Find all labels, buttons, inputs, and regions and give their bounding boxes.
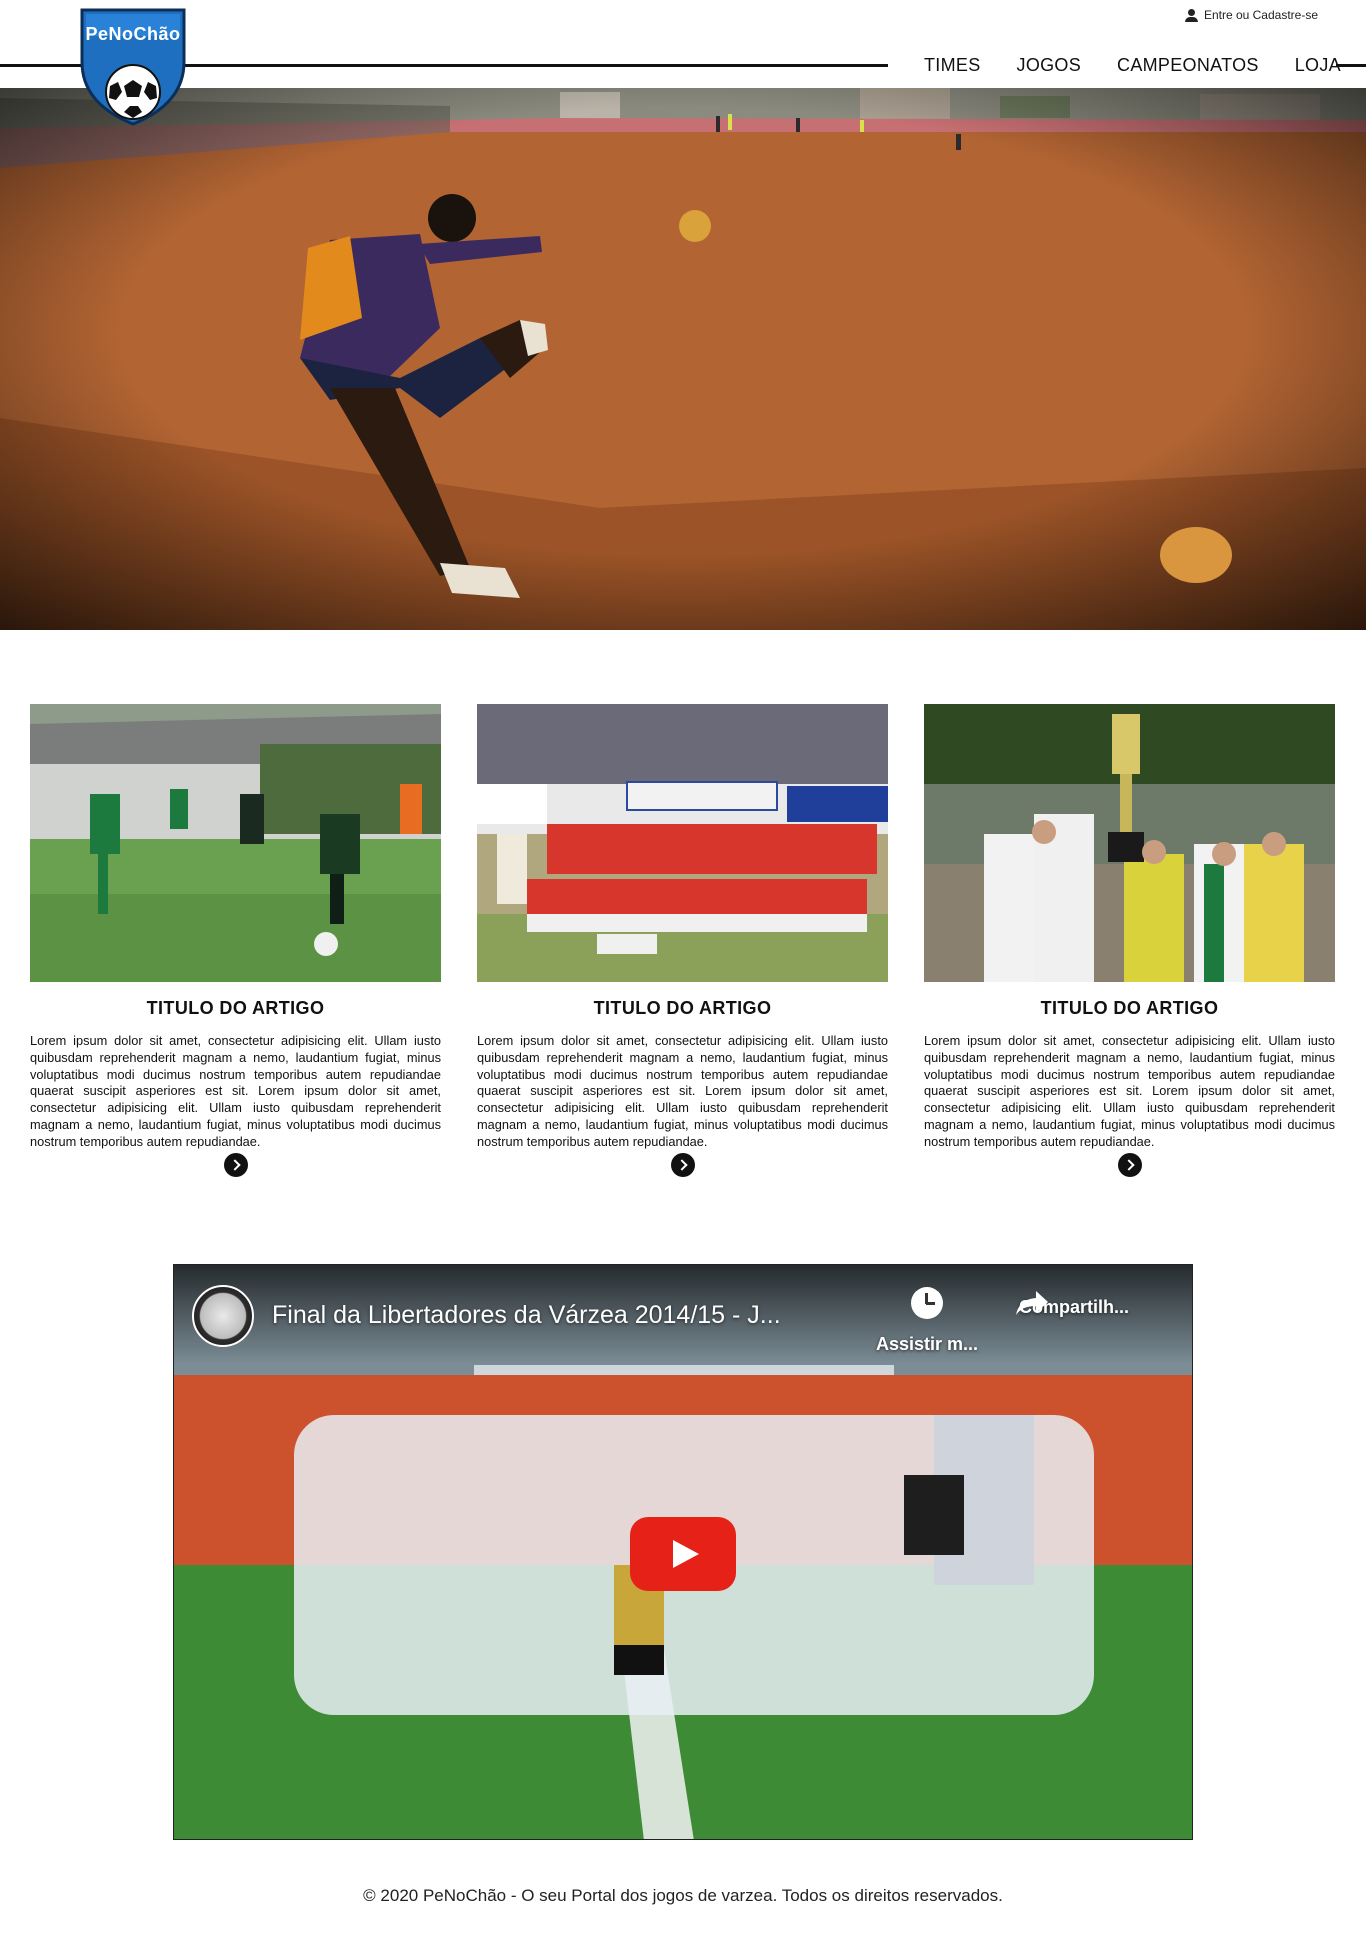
hero-image (0, 88, 1366, 630)
article-image-match[interactable] (30, 704, 441, 982)
nav-item-campeonatos[interactable]: CAMPEONATOS (1099, 55, 1277, 76)
site-logo[interactable]: PeNoChão (78, 6, 188, 126)
video-title[interactable]: Final da Libertadores da Várzea 2014/15 … (272, 1301, 781, 1330)
article-title: TITULO DO ARTIGO (146, 998, 325, 1018)
article-image-team[interactable] (477, 704, 888, 982)
nav-item-jogos[interactable]: JOGOS (999, 55, 1100, 76)
nav-item-times[interactable]: TIMES (888, 55, 999, 76)
read-more-button[interactable] (223, 1152, 248, 1177)
share-icon (1016, 1291, 1048, 1315)
login-link[interactable]: Entre ou Cadastre-se (1184, 8, 1318, 22)
clock-icon (911, 1287, 943, 1319)
read-more-button[interactable] (670, 1152, 695, 1177)
article-card: TITULO DO ARTIGO Lorem ipsum dolor sit a… (30, 704, 441, 1177)
article-title: TITULO DO ARTIGO (1040, 998, 1219, 1018)
main-nav: TIMES JOGOS CAMPEONATOS LOJA (888, 55, 1359, 76)
articles-section: TITULO DO ARTIGO Lorem ipsum dolor sit a… (30, 704, 1336, 1177)
watch-later-button[interactable]: Assistir m... (867, 1287, 987, 1355)
watch-later-label: Assistir m... (875, 1334, 979, 1354)
article-image-trophy[interactable] (924, 704, 1335, 982)
youtube-embed[interactable]: Final da Libertadores da Várzea 2014/15 … (173, 1264, 1193, 1840)
article-title: TITULO DO ARTIGO (593, 998, 772, 1018)
article-card: TITULO DO ARTIGO Lorem ipsum dolor sit a… (477, 704, 888, 1177)
user-icon (1184, 8, 1198, 22)
channel-avatar[interactable] (192, 1285, 254, 1347)
nav-item-loja[interactable]: LOJA (1277, 55, 1359, 76)
logo-text: PeNoChão (85, 24, 181, 44)
login-label: Entre ou Cadastre-se (1203, 8, 1318, 22)
share-button[interactable]: Compartilh... (1014, 1287, 1134, 1318)
article-body: Lorem ipsum dolor sit amet, consectetur … (924, 1033, 1335, 1149)
footer-copyright: © 2020 PeNoChão - O seu Portal dos jogos… (363, 1886, 1003, 1905)
play-button[interactable] (630, 1517, 736, 1591)
read-more-button[interactable] (1117, 1152, 1142, 1177)
article-body: Lorem ipsum dolor sit amet, consectetur … (30, 1033, 441, 1149)
article-body: Lorem ipsum dolor sit amet, consectetur … (477, 1033, 888, 1149)
article-card: TITULO DO ARTIGO Lorem ipsum dolor sit a… (924, 704, 1335, 1177)
